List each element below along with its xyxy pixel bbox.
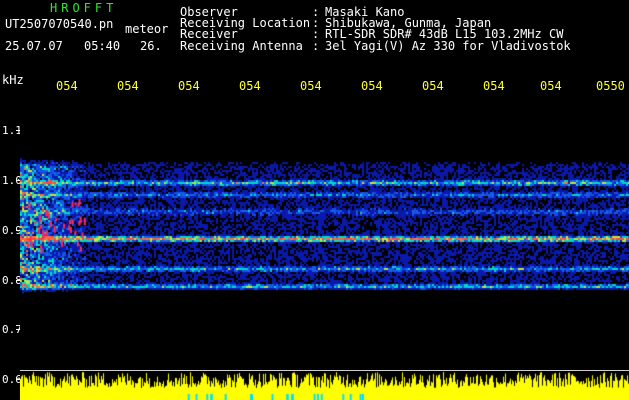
time-tick-label: 054 [540,79,562,93]
file-date: 25.07.07 [5,39,63,53]
info-sep: : [312,39,320,53]
time-tick-label: 054 [300,79,322,93]
file-extra: 26. [140,39,162,53]
file-tag: meteor [125,22,169,36]
file-name: UT2507070540.pn [5,17,114,31]
time-tick-label: 054 [56,79,78,93]
hrofft-window: HROFFT UT2507070540.pn meteor 25.07.07 0… [0,0,629,400]
time-tick-label: 054 [239,79,261,93]
time-tick-label: 054 [178,79,200,93]
file-time: 05:40 [84,39,121,53]
time-tick-label: 054 [483,79,505,93]
time-tick-label: 054 [117,79,139,93]
time-tick-label: 054 [422,79,444,93]
app-title: HROFFT [50,1,118,15]
info-label-antenna: Receiving Antenna [180,39,303,53]
time-tick-label: 0550 [596,79,625,93]
spectrogram-canvas [20,98,629,400]
noise-reference-line [20,370,629,371]
time-tick-label: 054 [361,79,383,93]
freq-unit-label: kHz [2,73,24,87]
info-value-antenna: 3el Yagi(V) Az 330 for Vladivostok [325,39,571,53]
